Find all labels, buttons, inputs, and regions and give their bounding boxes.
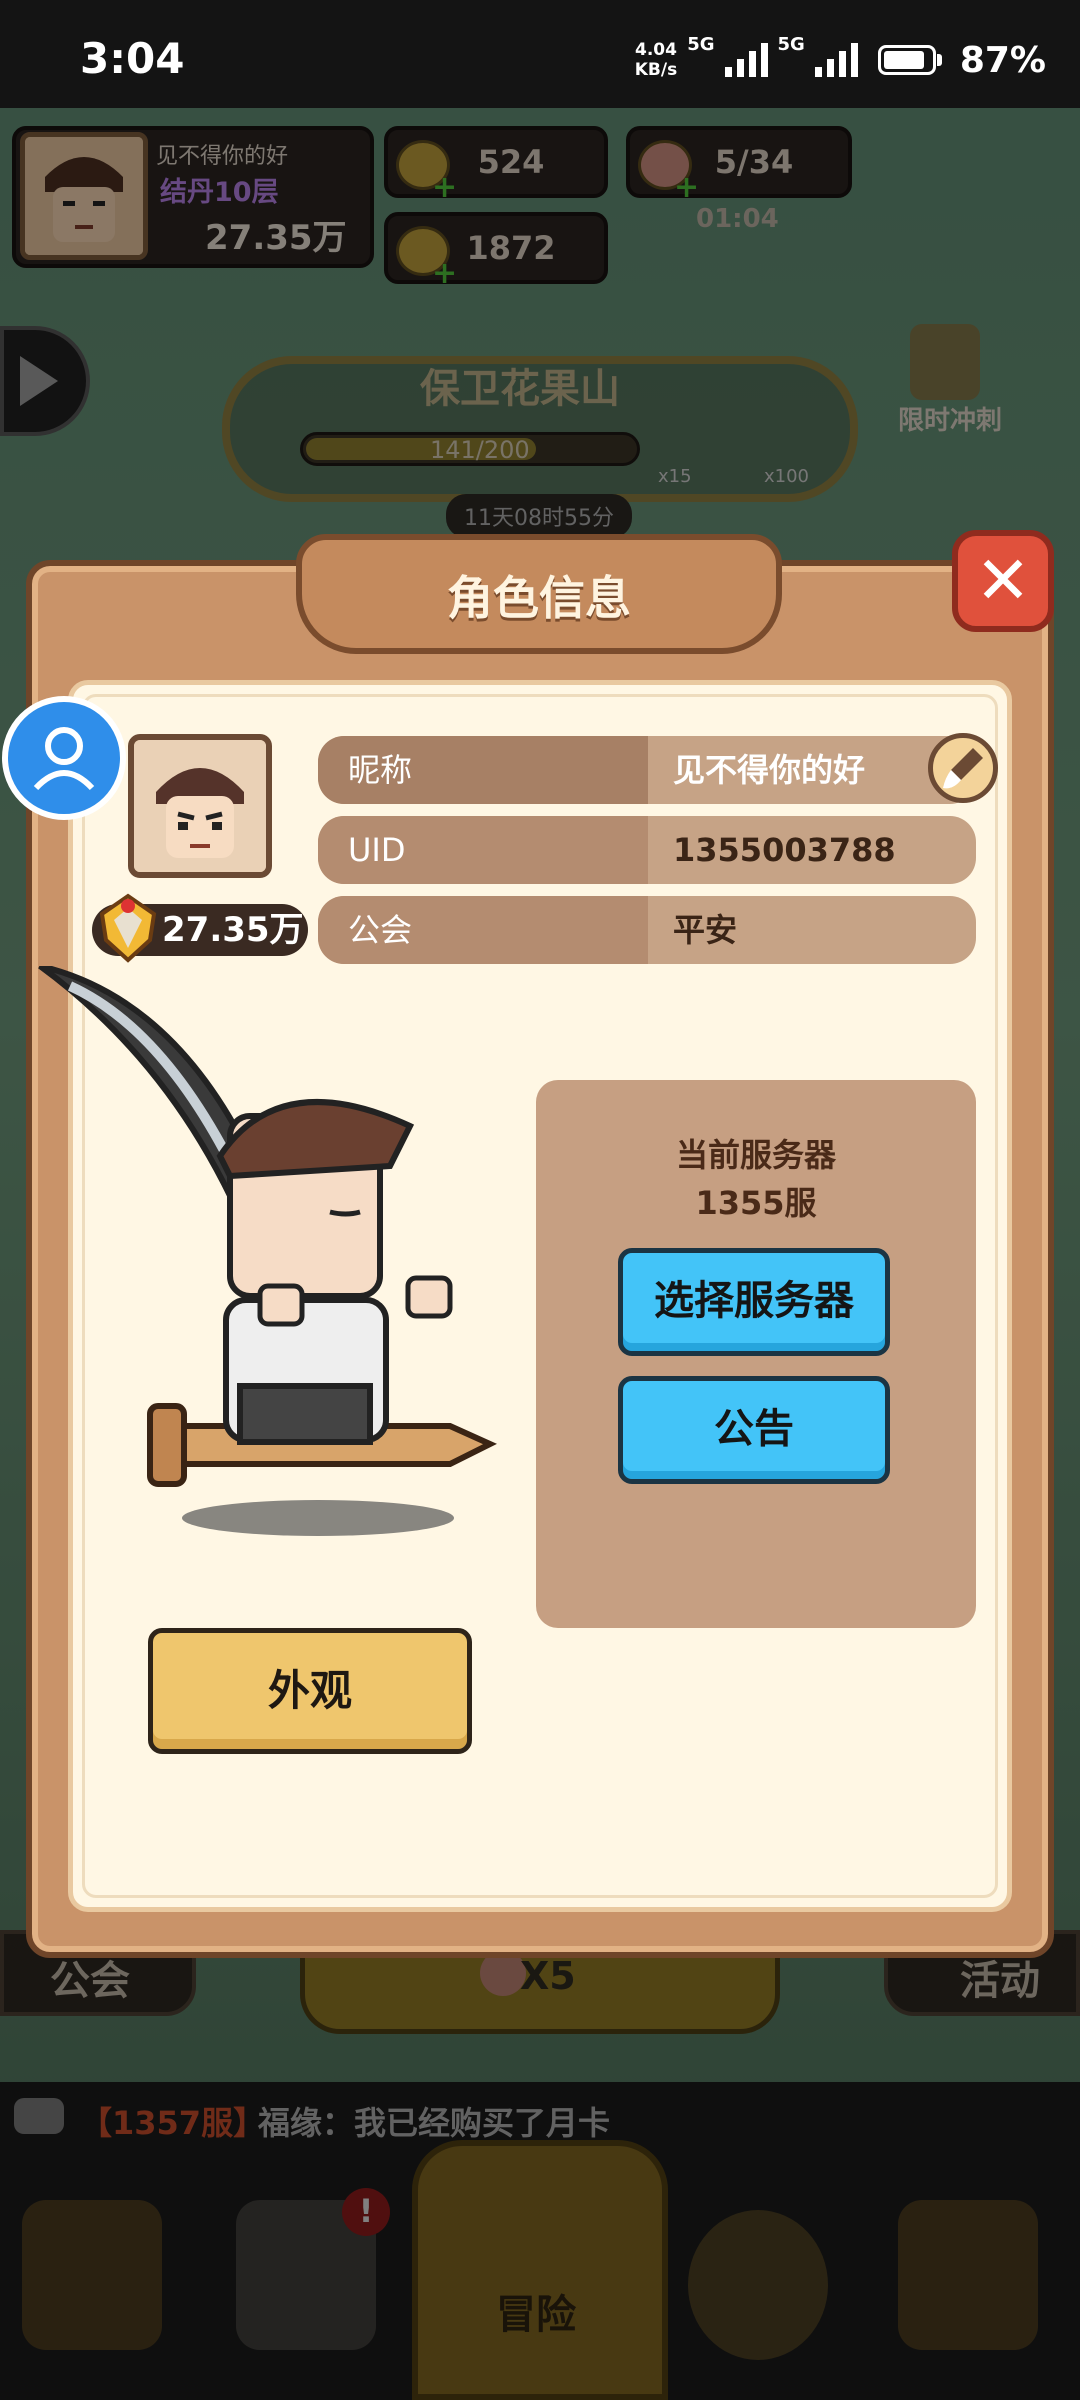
- character-avatar[interactable]: [128, 734, 272, 878]
- close-button[interactable]: ✕: [952, 530, 1054, 632]
- guild-value: 平安: [673, 911, 738, 949]
- network-type-1: 5G: [687, 34, 715, 55]
- battery-percent: 87%: [959, 39, 1046, 81]
- battery-tip: [936, 54, 942, 66]
- close-icon: ✕: [975, 542, 1031, 619]
- edit-nickname-button[interactable]: [928, 733, 998, 803]
- clock: 3:04: [80, 34, 185, 83]
- helmet-icon: [92, 892, 164, 964]
- nickname-label: 昵称: [318, 736, 648, 804]
- network-type-2: 5G: [777, 34, 805, 55]
- uid-row: UID 1355003788: [318, 816, 976, 884]
- battery-icon: [877, 45, 936, 75]
- guild-row: 公会 平安: [318, 896, 976, 964]
- signal-icon-2: [814, 43, 858, 77]
- uid-label: UID: [318, 816, 648, 884]
- guild-label: 公会: [318, 896, 648, 964]
- status-icons: 4.04 KB/s 5G 5G 87%: [635, 30, 1046, 90]
- brush-icon: [943, 748, 983, 789]
- uid-value[interactable]: 1355003788: [673, 816, 896, 884]
- network-speed: 4.04 KB/s: [634, 40, 678, 80]
- user-icon: [33, 727, 95, 791]
- user-float-button[interactable]: [2, 696, 126, 820]
- character-illustration: [30, 963, 500, 1546]
- select-server-button[interactable]: 选择服务器: [618, 1248, 890, 1356]
- nickname-value: 见不得你的好: [673, 751, 866, 789]
- nickname-row: 昵称 见不得你的好: [318, 736, 976, 804]
- appearance-button[interactable]: 外观: [148, 1628, 472, 1754]
- announcement-button[interactable]: 公告: [618, 1376, 890, 1484]
- signal-icon: [724, 43, 768, 77]
- current-server-label: 当前服务器: [675, 1136, 836, 1174]
- modal-title: 角色信息: [447, 571, 631, 625]
- current-server-name: 1355服: [695, 1184, 817, 1222]
